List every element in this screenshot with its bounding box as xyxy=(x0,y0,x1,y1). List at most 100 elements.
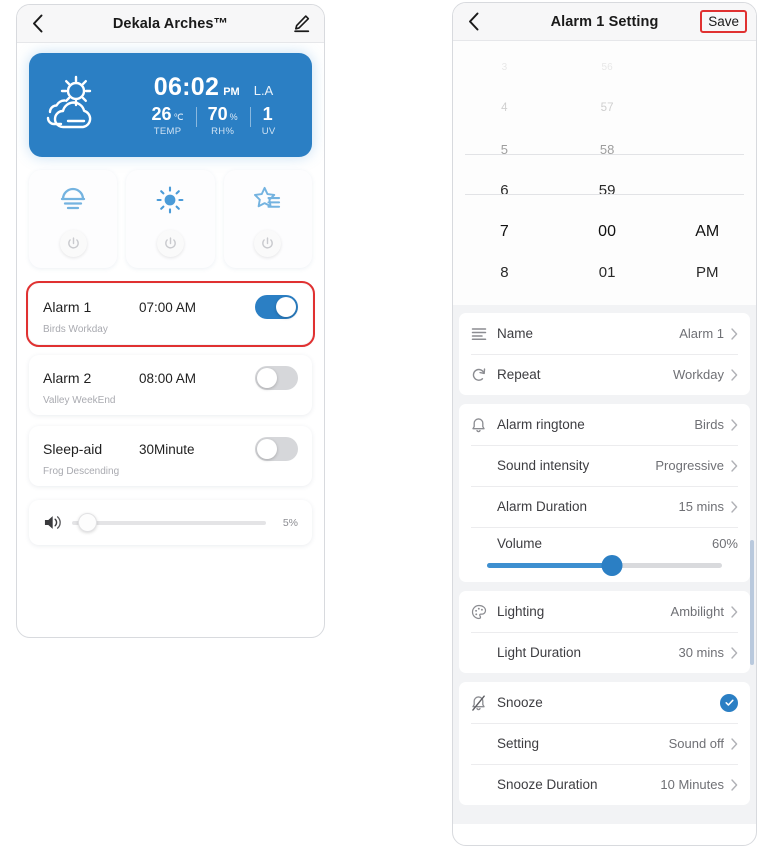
power-button-brightness[interactable] xyxy=(156,230,184,257)
minute-picker-column[interactable]: 56 57 58 59 00 01 02 03 04 xyxy=(556,41,659,305)
hour-option[interactable]: 5 xyxy=(453,129,556,170)
alarm-row-sleep-aid[interactable]: Sleep-aid 30Minute Frog Descending xyxy=(29,426,312,486)
minute-option[interactable]: 56 xyxy=(556,47,659,88)
edit-button[interactable] xyxy=(288,12,315,35)
speaker-icon xyxy=(44,516,61,529)
alarm-setting-panel: Alarm 1 Setting Save 3 4 5 6 7 8 9 10 11… xyxy=(452,2,757,846)
alarm-volume-slider[interactable] xyxy=(487,555,722,576)
hour-option[interactable]: 6 xyxy=(453,170,556,211)
alarm-volume-knob[interactable] xyxy=(601,555,623,576)
weather-time-row: 06:02 PM L.A xyxy=(129,73,298,102)
settings-group-ringtone: Alarm ringtone Birds Sound intensity Pro… xyxy=(459,404,750,582)
weather-stat-uv: 1 UV xyxy=(249,104,288,137)
setting-row-name[interactable]: Name Alarm 1 xyxy=(459,313,750,354)
lamp-shade-icon xyxy=(61,187,86,210)
setting-row-snooze-duration-label: Snooze Duration xyxy=(497,777,598,792)
alarm-row-2-main: Alarm 2 08:00 AM xyxy=(43,366,298,390)
alarm-row-2-toggle[interactable] xyxy=(255,366,298,390)
setting-row-sound-intensity-value: Progressive xyxy=(655,458,724,473)
tile-scene[interactable] xyxy=(223,170,312,268)
hour-option[interactable]: 9 xyxy=(453,293,556,305)
minute-option[interactable]: 59 xyxy=(556,170,659,211)
setting-row-repeat-label: Repeat xyxy=(497,367,541,382)
setting-row-snooze-duration[interactable]: Snooze Duration 10 Minutes xyxy=(459,764,750,805)
hour-option[interactable]: 4 xyxy=(453,88,556,129)
minute-option[interactable]: 57 xyxy=(556,88,659,129)
setting-row-alarm-ringtone[interactable]: Alarm ringtone Birds xyxy=(459,404,750,445)
setting-row-alarm-ringtone-value: Birds xyxy=(694,417,724,432)
temp-unit: ℃ xyxy=(173,112,184,122)
power-button-lamp[interactable] xyxy=(59,230,87,257)
device-volume-percent: 5% xyxy=(282,516,298,529)
chevron-right-icon xyxy=(731,368,738,381)
weather-ampm: PM xyxy=(223,86,240,98)
settings-list: Name Alarm 1 Repeat Workday Alarm ringto… xyxy=(453,305,756,824)
alarm-row-1-subtitle: Birds Workday xyxy=(43,324,108,335)
weather-stat-humidity: 70 % RH% xyxy=(195,104,250,137)
setting-row-snooze-label: Snooze xyxy=(497,695,543,710)
sun-bright-icon xyxy=(157,186,184,214)
tile-lamp[interactable] xyxy=(29,170,118,268)
hour-option[interactable]: 8 xyxy=(453,252,556,293)
humidity-unit: % xyxy=(229,112,238,122)
power-button-scene[interactable] xyxy=(254,230,282,257)
setting-row-sound-intensity[interactable]: Sound intensity Progressive xyxy=(459,445,750,486)
alarm-row-sleep-aid-time: 30Minute xyxy=(139,441,195,457)
weather-time: 06:02 xyxy=(153,73,220,101)
alarm-row-2-subtitle: Valley WeekEnd xyxy=(43,395,116,406)
setting-row-name-value: Alarm 1 xyxy=(679,326,724,341)
uv-value: 1 xyxy=(262,104,273,124)
setting-row-snooze[interactable]: Snooze xyxy=(459,682,750,723)
setting-row-alarm-ringtone-label: Alarm ringtone xyxy=(497,417,585,432)
alarm-row-2[interactable]: Alarm 2 08:00 AM Valley WeekEnd xyxy=(29,355,312,415)
setting-row-volume-value: 60% xyxy=(711,536,738,551)
save-button[interactable]: Save xyxy=(700,10,747,33)
setting-row-repeat[interactable]: Repeat Workday xyxy=(459,354,750,395)
snooze-enabled-checkmark[interactable] xyxy=(720,693,738,712)
chevron-right-icon xyxy=(731,646,738,659)
settings-group-snooze: Snooze Setting Sound off Snooze Duration… xyxy=(459,682,750,805)
setting-row-lighting[interactable]: Lighting Ambilight xyxy=(459,591,750,632)
minute-option[interactable]: 02 xyxy=(556,293,659,305)
setting-row-alarm-duration-value: 15 mins xyxy=(678,499,724,514)
device-volume-knob[interactable] xyxy=(77,512,97,532)
minute-option[interactable]: 01 xyxy=(556,252,659,293)
ampm-picker-column[interactable]: . . . . AM PM xyxy=(658,41,756,305)
setting-row-snooze-duration-value: 10 Minutes xyxy=(660,777,724,792)
ampm-option-selected[interactable]: AM xyxy=(658,211,756,252)
minute-option[interactable]: 58 xyxy=(556,129,659,170)
minute-option-selected[interactable]: 00 xyxy=(556,211,659,252)
power-icon xyxy=(262,237,274,249)
alarm-row-sleep-aid-main: Sleep-aid 30Minute xyxy=(43,437,298,461)
settings-group-general: Name Alarm 1 Repeat Workday xyxy=(459,313,750,395)
left-navbar-actions xyxy=(288,5,324,43)
chevron-left-icon xyxy=(32,14,42,33)
tile-brightness[interactable] xyxy=(126,170,215,268)
alarm-volume-fill xyxy=(487,563,612,568)
right-navbar-actions: Save xyxy=(700,3,756,41)
alarm-row-1[interactable]: Alarm 1 07:00 AM Birds Workday xyxy=(26,281,315,347)
device-volume-slider[interactable] xyxy=(72,512,266,532)
hour-picker-column[interactable]: 3 4 5 6 7 8 9 10 11 xyxy=(453,41,556,305)
setting-row-alarm-duration[interactable]: Alarm Duration 15 mins xyxy=(459,486,750,527)
setting-row-snooze-setting[interactable]: Setting Sound off xyxy=(459,723,750,764)
setting-back-button[interactable] xyxy=(453,3,493,41)
chevron-right-icon xyxy=(731,327,738,340)
weather-card[interactable]: 06:02 PM L.A 26 ℃ TEMP 70 % RH% 1 UV xyxy=(29,53,312,157)
setting-row-light-duration[interactable]: Light Duration 30 mins xyxy=(459,632,750,673)
hour-option[interactable]: 3 xyxy=(453,47,556,88)
chevron-right-icon xyxy=(731,605,738,618)
power-icon xyxy=(67,237,79,249)
uv-label: UV xyxy=(261,126,276,137)
chevron-right-icon xyxy=(731,418,738,431)
setting-row-volume-head: Volume 60% xyxy=(497,536,738,551)
alarm-list: Alarm 1 07:00 AM Birds Workday Alarm 2 0… xyxy=(26,281,315,486)
alarm-row-1-toggle[interactable] xyxy=(255,295,298,319)
time-picker[interactable]: 3 4 5 6 7 8 9 10 11 56 57 58 59 00 01 02… xyxy=(453,41,756,305)
ampm-option[interactable]: PM xyxy=(658,252,756,293)
back-button[interactable] xyxy=(17,5,57,43)
hour-option-selected[interactable]: 7 xyxy=(453,211,556,252)
settings-scrollbar[interactable] xyxy=(750,540,754,665)
setting-row-light-duration-label: Light Duration xyxy=(497,645,582,660)
alarm-row-sleep-aid-toggle[interactable] xyxy=(255,437,298,461)
